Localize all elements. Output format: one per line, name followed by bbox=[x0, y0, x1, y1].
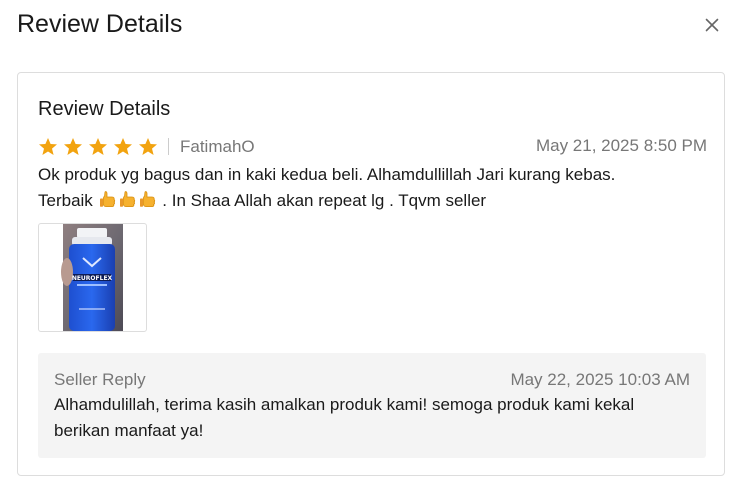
meta-divider bbox=[168, 138, 169, 155]
thumbs-up-emoji-icon bbox=[119, 191, 135, 207]
review-section-title: Review Details bbox=[38, 98, 171, 120]
review-text-line-2: Terbaik . In Shaa Allah akan repeat lg .… bbox=[38, 188, 698, 214]
review-text-line-1: Ok produk yg bagus dan in kaki kedua bel… bbox=[38, 165, 616, 184]
review-card: Review Details FatimahO May 21, 2025 8:5… bbox=[17, 72, 725, 476]
star-rating bbox=[38, 137, 163, 157]
review-details-dialog: Review Details Review Details FatimahO M… bbox=[0, 0, 749, 484]
close-icon[interactable] bbox=[700, 13, 724, 37]
star-icon bbox=[64, 138, 82, 155]
product-photo-icon: NEUROFLEX bbox=[61, 224, 123, 331]
dialog-title: Review Details bbox=[17, 10, 183, 38]
seller-reply: Seller Reply May 22, 2025 10:03 AM Alham… bbox=[38, 353, 706, 458]
review-text-start: Terbaik bbox=[38, 191, 93, 210]
review-date: May 21, 2025 8:50 PM bbox=[535, 136, 707, 155]
thumbs-up-emoji-icon bbox=[139, 191, 155, 207]
reviewer-name: FatimahO bbox=[180, 137, 255, 156]
review-text: Ok produk yg bagus dan in kaki kedua bel… bbox=[38, 162, 698, 214]
seller-reply-date: May 22, 2025 10:03 AM bbox=[510, 370, 690, 389]
seller-reply-text: Alhamdulillah, terima kasih amalkan prod… bbox=[54, 395, 635, 440]
star-icon bbox=[114, 138, 132, 155]
review-meta: FatimahO May 21, 2025 8:50 PM bbox=[38, 135, 707, 157]
seller-reply-label: Seller Reply bbox=[54, 370, 146, 389]
review-text-end: . In Shaa Allah akan repeat lg . Tqvm se… bbox=[162, 191, 487, 210]
star-icon bbox=[39, 138, 57, 155]
bottle-label-text: NEUROFLEX bbox=[72, 275, 113, 282]
review-image-thumbnail[interactable]: NEUROFLEX bbox=[38, 223, 147, 332]
star-icon bbox=[139, 138, 157, 155]
thumbs-up-emoji-icon bbox=[99, 191, 115, 207]
star-icon bbox=[89, 138, 107, 155]
